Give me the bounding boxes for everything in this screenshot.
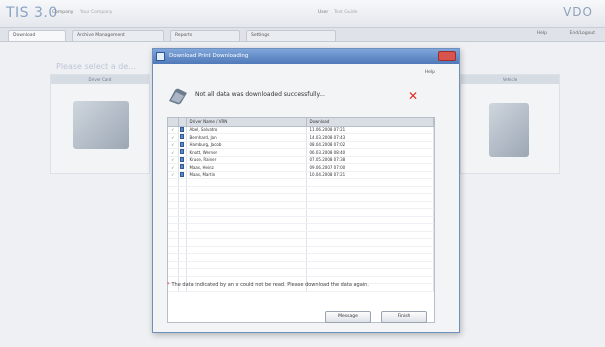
footnote-text: The data indicated by an x could not be … [171,282,369,288]
company-value: Your Company [80,10,113,15]
vendor-logo: VDO [563,5,593,19]
app-brand: TIS 3.0 [6,5,58,21]
driver-card-option[interactable]: Driver Card [50,74,150,174]
download-date-cell: 11.06.2008 07:21 [306,126,434,134]
footnote-star: * [167,282,170,288]
empty-row [168,208,434,217]
tab-settings[interactable]: Settings [246,30,336,41]
card-reader-image [73,101,129,149]
user-label: User [318,10,329,15]
help-link[interactable]: Help [537,31,547,36]
dialog-help-link[interactable]: Help [425,70,435,75]
download-table: Driver Name / VRN Download ✓ Abel, Salvat… [167,117,435,323]
vehicle-option[interactable]: Vehicle [460,74,560,174]
empty-row [168,268,434,277]
download-date-cell: 07.05.2008 07:38 [306,156,434,164]
user-value: Test Guide [334,10,358,15]
driver-name-cell: Kruse, Rainer [186,156,307,164]
page-title: Please select a de... [56,62,136,71]
card-label: Vehicle [461,75,559,84]
error-icon: ✕ [408,89,419,103]
column-header [168,118,179,127]
driver-name-cell: Abel, Salvatro [186,126,307,134]
dialog-titlebar[interactable]: Download Print Downloading [153,49,459,64]
file-icon [178,163,187,172]
finish-button[interactable]: Finish [381,311,427,323]
file-icon [178,133,187,142]
main-tabs: Download Archive Management Reports Sett… [0,28,605,42]
empty-row [168,223,434,232]
row-check-icon: ✓ [168,171,179,179]
table-row[interactable]: ✓ Maas, Heinz 09.06.2007 07:00 [168,163,434,172]
row-check-icon: ✓ [168,133,179,142]
app-header: TIS 3.0 Company Your Company User Test G… [0,0,605,28]
driver-name-cell: Hamburg, Jacob [186,141,307,149]
empty-row [168,201,434,209]
company-label: Company [52,10,74,15]
driver-name-cell: Maas, Martin [186,171,307,179]
status-message: Not all data was downloaded successfully… [195,91,325,98]
row-check-icon: ✓ [168,148,179,157]
file-icon [178,141,187,149]
empty-row [168,261,434,269]
driver-name-cell: Maas, Heinz [186,163,307,172]
vehicle-unit-image [489,103,529,157]
table-row[interactable]: ✓ Abel, Salvatro 11.06.2008 07:21 [168,126,434,134]
empty-row [168,238,434,247]
column-header-download[interactable]: Download [306,118,434,127]
empty-row [168,231,434,239]
table-row[interactable]: ✓ Bernhard, Jan 14.03.2008 07:43 [168,133,434,142]
empty-row [168,193,434,202]
tab-download[interactable]: Download [8,30,66,41]
dialog-title: Download Print Downloading [169,53,249,59]
tab-reports[interactable]: Reports [170,30,240,41]
driver-name-cell: Bernhard, Jan [186,133,307,142]
empty-row [168,186,434,194]
card-label: Driver Card [51,75,149,84]
download-dialog: Download Print Downloading Help Not all … [152,48,460,333]
file-icon [178,171,187,179]
download-date-cell: 09.06.2007 07:00 [306,163,434,172]
empty-row [168,216,434,224]
tab-archive-management[interactable]: Archive Management [72,30,164,41]
logout-link[interactable]: End/Logout [570,31,595,36]
app-icon [156,52,165,61]
footnote: * The data indicated by an x could not be… [167,282,437,289]
row-check-icon: ✓ [168,156,179,164]
app-window: TIS 3.0 Company Your Company User Test G… [0,0,605,347]
file-icon [178,148,187,157]
download-date-cell: 06.03.2008 08:40 [306,148,434,157]
column-header [178,118,187,127]
table-row[interactable]: ✓ Kruse, Rainer 07.05.2008 07:38 [168,156,434,164]
row-check-icon: ✓ [168,141,179,149]
empty-row [168,253,434,262]
empty-row [168,246,434,254]
table-header: Driver Name / VRN Download [168,118,434,127]
close-icon[interactable] [438,51,456,61]
column-header-name[interactable]: Driver Name / VRN [186,118,307,127]
download-date-cell: 10.04.2008 07:21 [306,171,434,179]
file-icon [178,156,187,164]
row-check-icon: ✓ [168,163,179,172]
file-icon [178,126,187,134]
table-row[interactable]: ✓ Hamburg, Jacob 08.04.2008 07:02 [168,141,434,149]
message-button[interactable]: Message [325,311,371,323]
download-date-cell: 14.03.2008 07:43 [306,133,434,142]
empty-row [168,178,434,187]
table-row[interactable]: ✓ Knott, Werner 06.03.2008 08:40 [168,148,434,157]
row-check-icon: ✓ [168,126,179,134]
download-date-cell: 08.04.2008 07:02 [306,141,434,149]
table-row[interactable]: ✓ Maas, Martin 10.04.2008 07:21 [168,171,434,179]
driver-name-cell: Knott, Werner [186,148,307,157]
card-icon [169,88,187,105]
